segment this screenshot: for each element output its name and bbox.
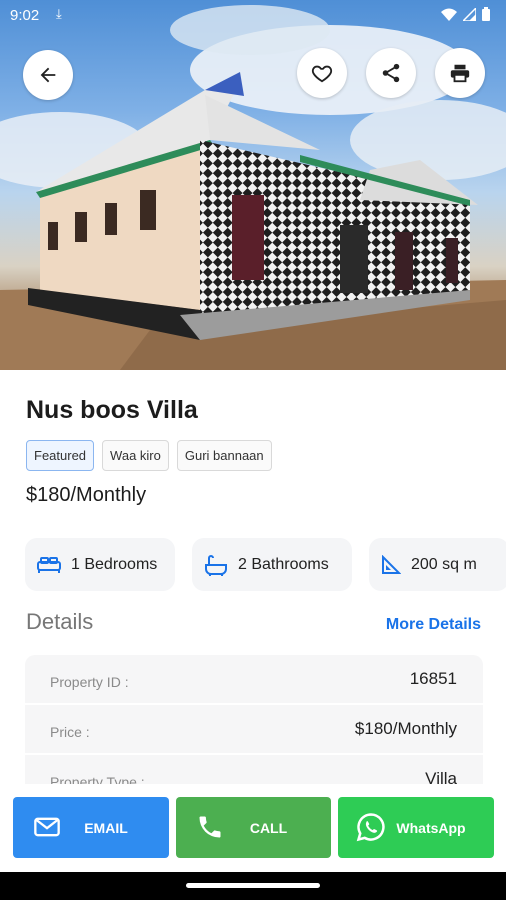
tag-list: Featured Waa kiro Guri bannaan xyxy=(26,440,272,471)
battery-icon xyxy=(482,7,490,21)
favorite-button[interactable] xyxy=(297,48,347,98)
share-icon xyxy=(382,63,400,83)
status-bar: 9:02 ⤓ xyxy=(0,0,506,32)
email-label: EMAIL xyxy=(84,819,128,836)
details-heading: Details xyxy=(26,609,94,634)
wifi-icon xyxy=(441,8,457,21)
system-nav-bar xyxy=(0,872,506,900)
tag-featured: Featured xyxy=(26,440,95,471)
signal-icon xyxy=(463,7,476,21)
detail-key: Property ID : xyxy=(50,674,129,690)
print-icon xyxy=(450,64,470,83)
status-time: 9:02 xyxy=(10,7,40,24)
more-details-link[interactable]: More Details xyxy=(386,616,481,634)
email-button[interactable]: EMAIL xyxy=(13,797,169,858)
detail-key: Price : xyxy=(50,724,90,740)
feature-area-label: 200 sq m xyxy=(411,555,477,573)
detail-value: $180/Monthly xyxy=(354,719,457,738)
heart-icon xyxy=(311,65,333,83)
whatsapp-button[interactable]: WhatsApp xyxy=(338,797,494,858)
feature-bedrooms-label: 1 Bedrooms xyxy=(71,555,158,573)
download-icon: ⤓ xyxy=(56,6,62,21)
back-button[interactable] xyxy=(23,50,73,100)
whatsapp-label: WhatsApp xyxy=(396,819,466,836)
print-button[interactable] xyxy=(435,48,485,98)
detail-row: Property ID : 16851 xyxy=(25,655,483,705)
home-gesture-handle[interactable] xyxy=(186,883,320,888)
detail-row: Price : $180/Monthly xyxy=(25,705,483,755)
call-button[interactable]: CALL xyxy=(176,797,331,858)
share-button[interactable] xyxy=(366,48,416,98)
contact-action-bar: EMAIL CALL WhatsApp xyxy=(0,784,506,872)
tag-rent: Waa kiro xyxy=(102,440,169,471)
feature-bathrooms-label: 2 Bathrooms xyxy=(238,555,329,573)
area-icon xyxy=(382,554,401,574)
tag-empty-house: Guri bannaan xyxy=(176,440,272,471)
property-photo[interactable] xyxy=(0,0,506,370)
call-label: CALL xyxy=(249,819,288,836)
arrow-left-icon xyxy=(40,67,56,83)
property-price: $180/Monthly xyxy=(26,484,147,506)
feature-area: 200 sq m xyxy=(369,538,506,591)
property-title: Nus boos Villa xyxy=(26,396,198,424)
bed-icon xyxy=(37,556,61,573)
feature-bathrooms: 2 Bathrooms xyxy=(192,538,352,591)
feature-bedrooms: 1 Bedrooms xyxy=(25,538,175,591)
detail-value: 16851 xyxy=(409,669,457,688)
feature-list: 1 Bedrooms 2 Bathrooms 200 sq m xyxy=(25,538,506,591)
bathtub-icon xyxy=(205,554,227,576)
